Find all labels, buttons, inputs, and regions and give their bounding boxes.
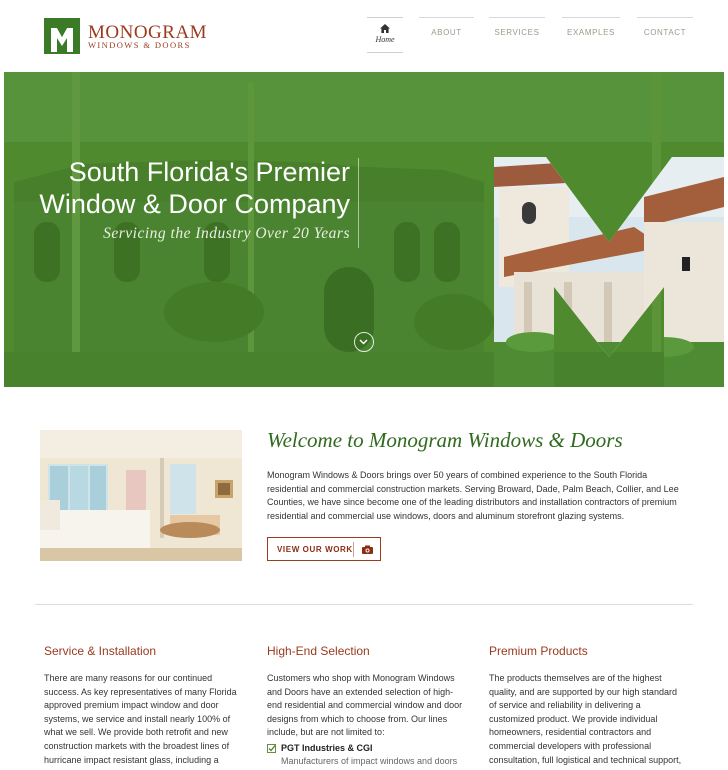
- column-premium-products: Premium Products The products themselves…: [489, 644, 685, 767]
- hero-banner: South Florida's Premier Window & Door Co…: [4, 72, 724, 387]
- column-high-end-selection: High-End Selection Customers who shop wi…: [267, 644, 463, 766]
- nav-item-about[interactable]: ABOUT: [419, 17, 474, 53]
- main-nav: Home ABOUT SERVICES EXAMPLES CONTACT: [0, 17, 728, 57]
- welcome-body: Monogram Windows & Doors brings over 50 …: [267, 470, 679, 521]
- nav-item-contact[interactable]: CONTACT: [637, 17, 693, 53]
- column-service-installation: Service & Installation There are many re…: [44, 644, 240, 767]
- list-item-desc: Manufacturers of impact windows and door…: [281, 755, 458, 766]
- nav-item-label: CONTACT: [643, 28, 687, 37]
- welcome-bedroom-photo: [40, 430, 242, 561]
- column-title: Premium Products: [489, 644, 588, 658]
- column-title: Service & Installation: [44, 644, 157, 658]
- home-icon: [380, 24, 390, 33]
- section-divider: [35, 604, 693, 605]
- hero-title-line1: South Florida's Premier: [68, 157, 350, 187]
- nav-item-services[interactable]: SERVICES: [489, 17, 545, 53]
- view-our-work-label: VIEW OUR WORK: [277, 545, 353, 554]
- column-body: The products themselves are of the highe…: [489, 673, 682, 765]
- column-body: There are many reasons for our continued…: [44, 673, 237, 765]
- hero-m-photo: [494, 157, 724, 387]
- hero-divider: [358, 158, 359, 248]
- nav-item-label: Home: [375, 35, 395, 44]
- nav-item-label: ABOUT: [431, 28, 462, 37]
- nav-item-label: SERVICES: [494, 28, 540, 37]
- hero-subtitle: Servicing the Industry Over 20 Years: [103, 225, 350, 242]
- nav-item-examples[interactable]: EXAMPLES: [562, 17, 620, 53]
- column-body: Customers who shop with Monogram Windows…: [267, 673, 463, 738]
- nav-item-home[interactable]: Home: [367, 17, 403, 53]
- hero-title: South Florida's Premier Window & Door Co…: [4, 156, 350, 220]
- button-separator: [353, 542, 354, 557]
- column-title: High-End Selection: [267, 644, 370, 658]
- welcome-title: Welcome to Monogram Windows & Doors: [267, 428, 623, 452]
- view-our-work-button[interactable]: VIEW OUR WORK: [267, 537, 381, 561]
- hero-title-line2: Window & Door Company: [39, 189, 350, 219]
- list-item: PGT Industries & CGI Manufacturers of im…: [267, 743, 463, 766]
- list-item-title: PGT Industries & CGI: [281, 742, 373, 753]
- bedroom-image: [40, 430, 242, 561]
- nav-item-label: EXAMPLES: [567, 28, 615, 37]
- checkbox-check-icon: [267, 743, 276, 753]
- site-header: MONOGRAM WINDOWS & DOORS Home ABOUT SERV…: [0, 0, 728, 72]
- chevron-down-icon: [359, 339, 368, 345]
- camera-icon: [362, 545, 373, 554]
- scroll-down-button[interactable]: [354, 332, 374, 352]
